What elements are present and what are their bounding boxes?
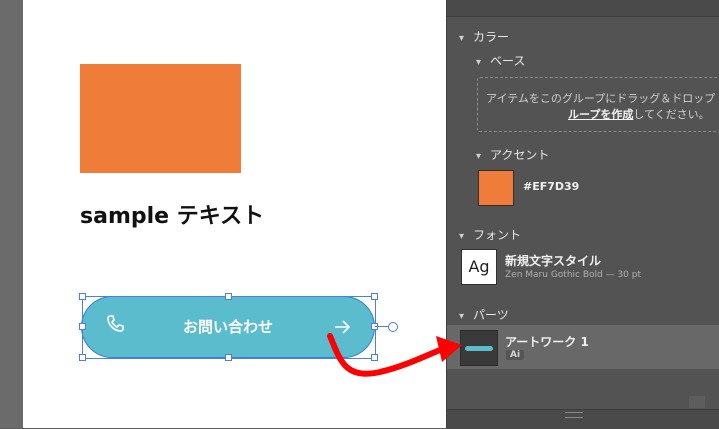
resize-handle-top-left[interactable] xyxy=(79,293,86,300)
artwork-thumbnail-button xyxy=(465,346,493,351)
resize-handle-bottom-right[interactable] xyxy=(371,354,378,361)
artwork-item[interactable]: アートワーク 1 Ai xyxy=(447,325,719,369)
panel-corner-button[interactable] xyxy=(689,396,705,408)
illustrator-badge: Ai xyxy=(506,350,525,360)
section-color[interactable]: ▾ カラー xyxy=(459,28,509,45)
chevron-down-icon: ▾ xyxy=(476,151,482,162)
section-base[interactable]: ▾ ベース xyxy=(476,52,525,69)
contact-button-artwork[interactable]: お問い合わせ xyxy=(81,296,375,358)
accent-color-hex: #EF7D39 xyxy=(523,180,580,193)
resize-handle-left[interactable] xyxy=(79,323,86,330)
chevron-down-icon: ▾ xyxy=(476,57,482,68)
widget-handle[interactable] xyxy=(388,322,398,332)
artwork-thumbnail xyxy=(460,330,498,366)
section-parts[interactable]: ▾ パーツ xyxy=(459,306,509,323)
font-style-name: 新規文字スタイル xyxy=(505,254,602,268)
drop-zone-text: アイテムをこのグループにドラッグ＆ドロップ xyxy=(486,92,716,105)
chevron-down-icon: ▾ xyxy=(459,231,465,242)
resize-handle-top-right[interactable] xyxy=(371,293,378,300)
resize-grip-icon[interactable] xyxy=(565,412,583,418)
accent-color-swatch[interactable] xyxy=(478,170,514,206)
handle-connector xyxy=(375,326,389,327)
chevron-down-icon: ▾ xyxy=(459,33,465,44)
create-group-link[interactable]: ループを作成 xyxy=(568,108,633,121)
panel-header xyxy=(447,0,719,17)
drop-zone-text-2: ループを作成してください。 xyxy=(568,108,710,121)
font-style-thumbnail[interactable]: Ag xyxy=(461,249,497,285)
font-style-detail: Zen Maru Gothic Bold — 30 pt xyxy=(505,270,642,280)
panel-footer xyxy=(447,409,719,429)
arrow-right-icon xyxy=(333,318,353,336)
resize-handle-bottom[interactable] xyxy=(225,354,232,361)
drop-zone[interactable]: アイテムをこのグループにドラッグ＆ドロップ ループを作成してください。 xyxy=(477,77,719,132)
sample-text[interactable]: sample テキスト xyxy=(80,198,264,230)
button-label: お問い合わせ xyxy=(182,318,273,336)
resize-handle-bottom-left[interactable] xyxy=(79,354,86,361)
orange-rectangle[interactable] xyxy=(80,64,241,173)
libraries-panel: ▾ カラー ▾ ベース アイテムをこのグループにドラッグ＆ドロップ ループを作成して… xyxy=(446,0,719,429)
section-accent[interactable]: ▾ アクセント xyxy=(476,146,549,163)
section-font[interactable]: ▾ フォント xyxy=(459,226,521,243)
resize-handle-top[interactable] xyxy=(225,293,232,300)
artwork-name: アートワーク 1 xyxy=(505,335,589,349)
chevron-down-icon: ▾ xyxy=(459,311,465,322)
